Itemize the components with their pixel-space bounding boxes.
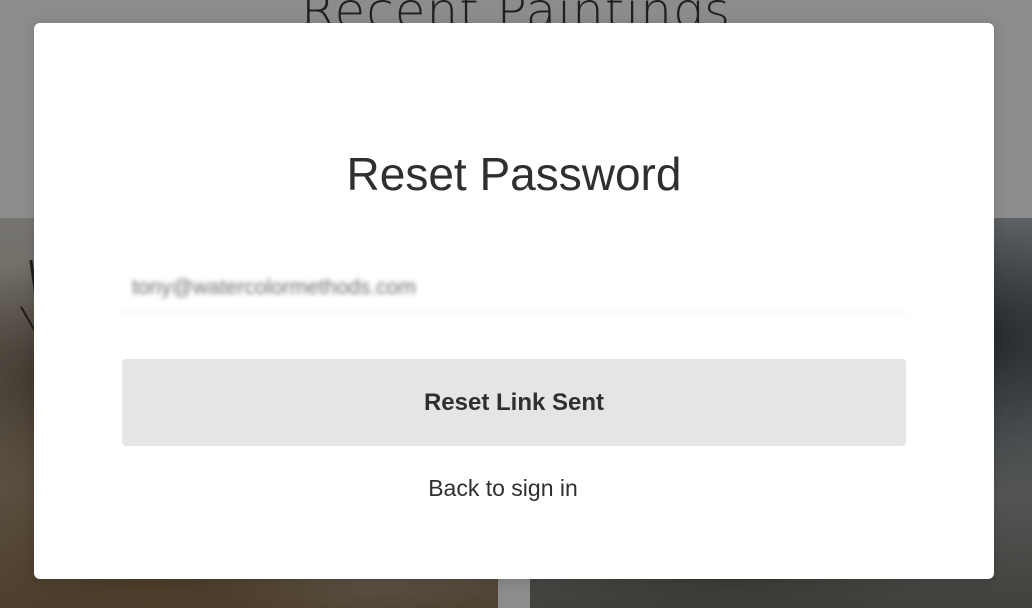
reset-link-sent-button[interactable]: Reset Link Sent — [122, 359, 906, 446]
email-field[interactable] — [122, 263, 906, 313]
modal-title: Reset Password — [346, 148, 682, 200]
back-to-sign-in-link[interactable]: Back to sign in — [34, 475, 972, 502]
page: Recent Paintings Reset Password Reset Li… — [0, 0, 1032, 608]
reset-password-modal: Reset Password Reset Link Sent Back to s… — [34, 23, 994, 579]
